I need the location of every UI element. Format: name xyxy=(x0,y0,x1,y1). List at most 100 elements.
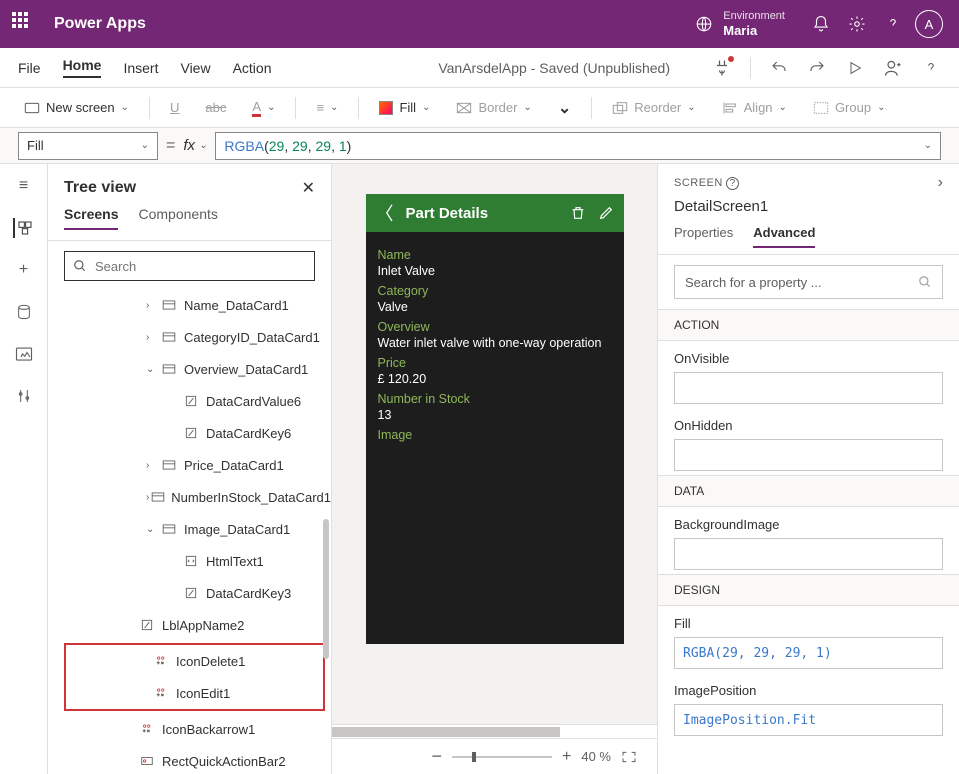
group-button[interactable]: Group⌄ xyxy=(807,96,892,119)
tree-item-label: CategoryID_DataCard1 xyxy=(184,330,320,345)
zoom-in-icon[interactable]: + xyxy=(562,748,571,766)
align-objects-button[interactable]: Align⌄ xyxy=(716,96,793,119)
delete-icon[interactable] xyxy=(570,205,586,221)
tree-panel: Tree view ✕ Screens Components › Name_Da… xyxy=(48,164,332,774)
formula-input[interactable]: RGBA(29, 29, 29, 1) ⌄ xyxy=(215,132,941,160)
tree-item[interactable]: › NumberInStock_DataCard1 xyxy=(52,481,331,513)
property-input[interactable] xyxy=(674,538,943,570)
back-arrow-icon[interactable]: 〈 xyxy=(376,200,394,226)
property-input[interactable] xyxy=(674,637,943,669)
tree-item-label: IconDelete1 xyxy=(176,654,245,669)
tab-components[interactable]: Components xyxy=(138,206,217,230)
zoom-slider[interactable] xyxy=(452,756,552,758)
tree-item[interactable]: DataCardKey3 xyxy=(52,577,331,609)
preview-screen[interactable]: 〈 Part Details Name Inlet ValveCategory … xyxy=(366,194,624,644)
chevron-icon[interactable]: › xyxy=(146,460,160,471)
menu-file[interactable]: File xyxy=(18,60,41,76)
tree-item[interactable]: › Name_DataCard1 xyxy=(52,289,331,321)
settings-icon[interactable] xyxy=(839,6,875,42)
property-block: BackgroundImage xyxy=(658,507,959,574)
close-panel-icon[interactable]: ✕ xyxy=(302,178,315,198)
tree-item[interactable]: › CategoryID_DataCard1 xyxy=(52,321,331,353)
tools-rail-icon[interactable] xyxy=(14,386,34,406)
tree-item[interactable]: DataCardKey6 xyxy=(52,417,331,449)
tree-item[interactable]: RectQuickActionBar2 xyxy=(52,745,331,774)
fit-icon[interactable] xyxy=(621,750,637,764)
advanced-tab[interactable]: Advanced xyxy=(753,225,815,248)
data-rail-icon[interactable] xyxy=(14,302,34,322)
tree-item[interactable]: +× IconEdit1 xyxy=(66,677,323,709)
border-button[interactable]: Border⌄ xyxy=(450,96,537,119)
fx-icon[interactable]: fx⌄ xyxy=(183,137,207,154)
equals-label: = xyxy=(166,137,175,155)
scrollbar-thumb[interactable] xyxy=(323,519,329,659)
property-label: OnVisible xyxy=(674,351,943,366)
control-icon xyxy=(182,426,200,440)
chevron-icon[interactable]: ⌄ xyxy=(146,524,160,535)
chevron-icon[interactable]: ⌄ xyxy=(146,364,160,375)
tree-item[interactable]: DataCardValue6 xyxy=(52,385,331,417)
user-avatar[interactable]: A xyxy=(911,6,947,42)
font-color-button[interactable]: A⌄ xyxy=(246,95,281,121)
formula-expand-icon[interactable]: ⌄ xyxy=(924,140,932,151)
tree-view-icon[interactable] xyxy=(13,218,33,238)
edit-icon[interactable] xyxy=(598,205,614,221)
tree-item[interactable]: › Price_DataCard1 xyxy=(52,449,331,481)
help-icon[interactable] xyxy=(875,6,911,42)
tree-item[interactable]: LblAppName2 xyxy=(52,609,331,641)
property-input[interactable] xyxy=(674,372,943,404)
menu-insert[interactable]: Insert xyxy=(123,60,158,76)
strikethrough-button[interactable]: abc xyxy=(199,96,232,119)
tree-item-label: DataCardValue6 xyxy=(206,394,301,409)
notifications-icon[interactable] xyxy=(803,6,839,42)
help-menu-icon[interactable] xyxy=(921,58,941,78)
properties-tab[interactable]: Properties xyxy=(674,225,733,248)
play-icon[interactable] xyxy=(845,58,865,78)
align-button[interactable]: ≡⌄ xyxy=(310,96,344,119)
property-input[interactable] xyxy=(674,439,943,471)
menu-home[interactable]: Home xyxy=(63,57,102,78)
hamburger-icon[interactable]: ≡ xyxy=(14,176,34,196)
tree-item[interactable]: +× IconBackarrow1 xyxy=(52,713,331,745)
menu-view[interactable]: View xyxy=(180,60,210,76)
property-search[interactable]: Search for a property ... xyxy=(674,265,943,299)
expand-panel-icon[interactable]: › xyxy=(938,174,943,192)
share-icon[interactable] xyxy=(883,58,903,78)
field-label: Image xyxy=(378,428,612,442)
ribbon-toolbar: New screen⌄ U abc A⌄ ≡⌄ Fill⌄ Border⌄ ⌄ … xyxy=(0,88,959,128)
tree-search-input[interactable] xyxy=(95,259,306,274)
tree-item[interactable]: ⌄ Overview_DataCard1 xyxy=(52,353,331,385)
undo-icon[interactable] xyxy=(769,58,789,78)
property-input[interactable] xyxy=(674,704,943,736)
insert-rail-icon[interactable]: + xyxy=(14,260,34,280)
field-value: 13 xyxy=(378,408,612,422)
canvas-footer: − + 40 % xyxy=(332,738,657,774)
fill-button[interactable]: Fill⌄ xyxy=(373,96,436,119)
underline-button[interactable]: U xyxy=(164,96,185,119)
chevron-icon[interactable]: › xyxy=(146,300,160,311)
tree-search[interactable] xyxy=(64,251,315,281)
control-icon xyxy=(160,299,178,311)
control-icon xyxy=(138,618,156,632)
search-icon xyxy=(918,275,932,289)
tree-item[interactable]: ⌄ Image_DataCard1 xyxy=(52,513,331,545)
environment-picker[interactable]: Environment Maria xyxy=(695,10,785,38)
tab-screens[interactable]: Screens xyxy=(64,206,118,230)
info-icon[interactable]: ? xyxy=(726,177,739,190)
tree-item[interactable]: HtmlText1 xyxy=(52,545,331,577)
waffle-icon[interactable] xyxy=(12,12,36,36)
app-checker-icon[interactable] xyxy=(712,58,732,78)
more-button[interactable]: ⌄ xyxy=(552,94,577,122)
property-dropdown[interactable]: Fill⌄ xyxy=(18,132,158,160)
canvas-hscroll[interactable] xyxy=(332,724,657,738)
media-rail-icon[interactable] xyxy=(14,344,34,364)
menu-action[interactable]: Action xyxy=(233,60,272,76)
zoom-out-icon[interactable]: − xyxy=(432,746,443,767)
tree-item[interactable]: +× IconDelete1 xyxy=(66,645,323,677)
redo-icon[interactable] xyxy=(807,58,827,78)
field-value: £ 120.20 xyxy=(378,372,612,386)
reorder-button[interactable]: Reorder⌄ xyxy=(606,96,701,119)
chevron-icon[interactable]: › xyxy=(146,332,160,343)
new-screen-button[interactable]: New screen⌄ xyxy=(18,96,135,119)
main-area: ≡ + Tree view ✕ Screens Components xyxy=(0,164,959,774)
